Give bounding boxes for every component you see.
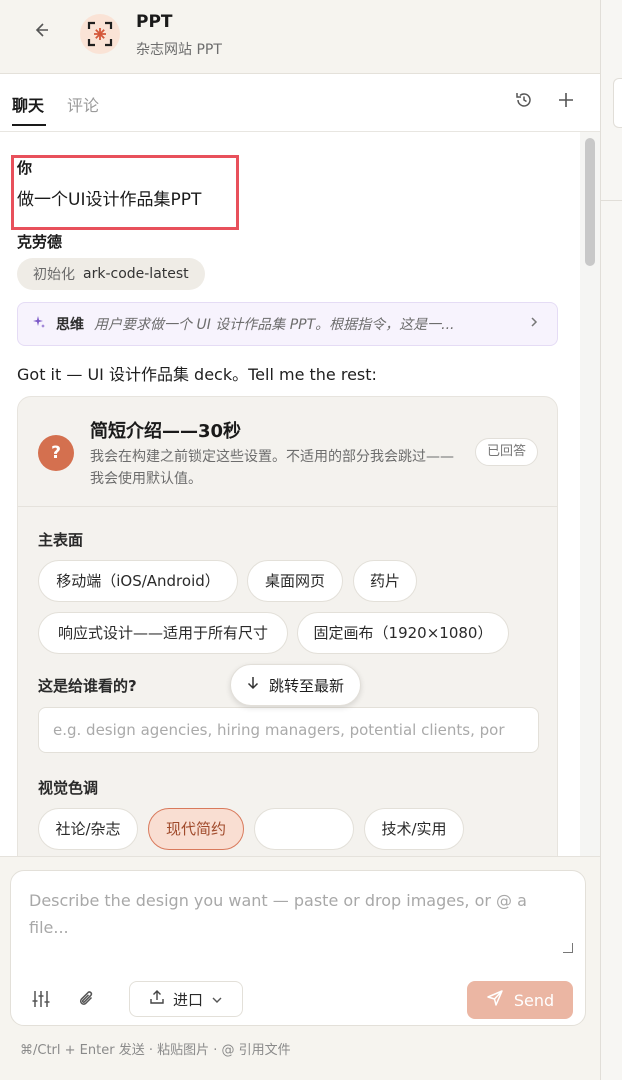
surface-option-pill[interactable]: 药片 xyxy=(353,560,417,602)
history-icon[interactable] xyxy=(514,90,534,110)
scrollbar-thumb[interactable] xyxy=(585,138,595,266)
jump-to-latest-button[interactable]: 跳转至最新 xyxy=(230,664,362,706)
back-arrow-icon[interactable] xyxy=(28,18,54,44)
surface-option-desktop[interactable]: 桌面网页 xyxy=(247,560,343,602)
tone-option-hidden[interactable] xyxy=(254,808,354,850)
thinking-label: 思维 xyxy=(56,317,84,333)
upload-icon xyxy=(149,989,165,1009)
highlight-box xyxy=(11,155,239,230)
tone-label: 视觉色调 xyxy=(38,779,99,797)
app-icon xyxy=(80,14,120,54)
send-icon xyxy=(486,989,504,1011)
right-panel-edge xyxy=(600,0,622,1080)
chevron-right-icon[interactable] xyxy=(529,315,539,333)
import-button[interactable]: 进口 xyxy=(129,981,243,1017)
tone-option-editorial[interactable]: 社论/杂志 xyxy=(38,808,138,850)
sparkle-icon xyxy=(32,315,46,333)
tab-bar: 聊天 评论 xyxy=(0,74,600,132)
tone-option-modern-minimal[interactable]: 现代简约 xyxy=(148,808,244,850)
right-panel-tab[interactable] xyxy=(613,78,622,128)
send-label: Send xyxy=(513,990,555,1010)
composer: Describe the design you want — paste or … xyxy=(10,870,586,1026)
question-mark-icon: ? xyxy=(38,435,74,471)
assistant-label: 克劳德 xyxy=(17,233,63,251)
arrow-down-icon xyxy=(247,676,259,694)
paperclip-icon[interactable] xyxy=(75,987,99,1011)
audience-label: 这是给谁看的? xyxy=(38,677,137,695)
init-value: ark-code-latest xyxy=(83,266,189,282)
question-card-header: ? 简短介绍——30秒 我会在构建之前锁定这些设置。不适用的部分我会跳过——我会… xyxy=(18,397,557,507)
app-title: PPT xyxy=(136,12,173,32)
send-button[interactable]: Send xyxy=(467,981,573,1019)
chevron-down-icon xyxy=(211,990,223,1008)
conversation-panel: 你 做一个UI设计作品集PPT 克劳德 初始化 ark-code-latest … xyxy=(0,132,600,856)
surface-label: 主表面 xyxy=(38,531,84,549)
surface-option-mobile[interactable]: 移动端（iOS/Android） xyxy=(38,560,238,602)
question-card: ? 简短介绍——30秒 我会在构建之前锁定这些设置。不适用的部分我会跳过——我会… xyxy=(17,396,558,856)
surface-option-responsive[interactable]: 响应式设计——适用于所有尺寸 xyxy=(38,612,288,654)
init-key: 初始化 xyxy=(33,267,75,283)
import-label: 进口 xyxy=(172,990,203,1009)
thinking-text: 用户要求做一个 UI 设计作品集 PPT。根据指令，这是一... xyxy=(94,317,455,333)
tab-comments[interactable]: 评论 xyxy=(67,92,99,116)
sliders-icon[interactable] xyxy=(29,987,53,1011)
plus-icon[interactable] xyxy=(556,90,576,110)
thinking-block[interactable]: 思维 用户要求做一个 UI 设计作品集 PPT。根据指令，这是一... xyxy=(17,302,558,346)
tab-chat[interactable]: 聊天 xyxy=(12,92,44,116)
jump-to-latest-label: 跳转至最新 xyxy=(269,676,345,695)
question-title: 简短介绍——30秒 xyxy=(90,421,242,442)
answered-badge: 已回答 xyxy=(474,438,538,466)
audience-input[interactable]: e.g. design agencies, hiring managers, p… xyxy=(38,707,539,753)
prompt-input[interactable]: Describe the design you want — paste or … xyxy=(29,887,549,941)
question-description: 我会在构建之前锁定这些设置。不适用的部分我会跳过——我会使用默认值。 xyxy=(90,449,454,487)
resize-grip-icon[interactable] xyxy=(563,943,573,953)
app-subtitle: 杂志网站 PPT xyxy=(136,42,222,58)
assistant-reply: Got it — UI 设计作品集 deck。Tell me the rest: xyxy=(17,365,377,384)
shortcut-hint: ⌘/Ctrl + Enter 发送 · 粘贴图片 · @ 引用文件 xyxy=(20,1043,291,1058)
right-panel-divider xyxy=(601,200,622,201)
surface-option-fixed-canvas[interactable]: 固定画布（1920×1080） xyxy=(297,612,509,654)
tab-active-underline xyxy=(12,124,46,126)
focus-spark-icon xyxy=(87,21,113,47)
app-header: PPT 杂志网站 PPT xyxy=(0,0,600,74)
tone-option-technical[interactable]: 技术/实用 xyxy=(364,808,464,850)
init-chip: 初始化 ark-code-latest xyxy=(17,258,205,290)
